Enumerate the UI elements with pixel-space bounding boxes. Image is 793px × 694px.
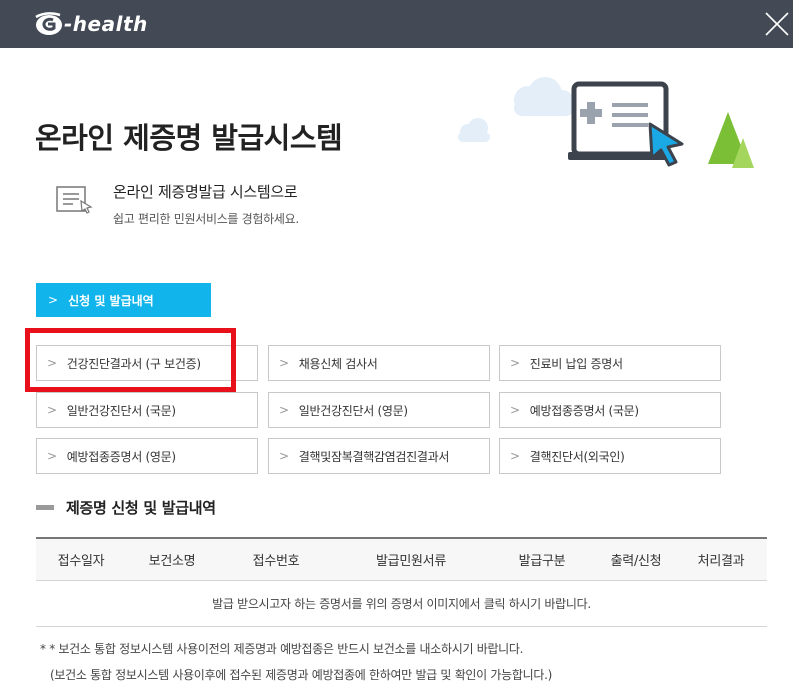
- tab-application-history[interactable]: > 신청 및 발급내역: [36, 283, 211, 317]
- intro-title: 온라인 제증명발급 시스템으로: [113, 183, 298, 201]
- chevron-right-icon: >: [47, 356, 57, 370]
- chevron-right-icon: >: [279, 356, 289, 370]
- history-table: 접수일자 보건소명 접수번호 발급민원서류 발급구분 출력/신청 처리결과 발급…: [36, 537, 767, 627]
- close-icon[interactable]: [763, 10, 791, 38]
- section-bar-icon: [36, 505, 54, 510]
- chevron-right-icon: >: [48, 293, 59, 307]
- notice-line: (보건소 통합 정보시스템 사용이후에 접수된 제증명과 예방접종에 한하여만 …: [50, 668, 553, 682]
- column-header: 처리결과: [697, 554, 745, 569]
- doc-label: 진료비 납입 증명서: [529, 356, 623, 371]
- column-header: 접수일자: [57, 554, 105, 569]
- g-health-logo[interactable]: -health: [34, 9, 148, 39]
- doc-vaccination-kr-button[interactable]: > 예방접종증명서 (국문): [499, 392, 721, 428]
- top-bar: -health: [0, 0, 793, 48]
- intro-description: 쉽고 편리한 민원서비스를 경험하세요.: [113, 212, 299, 226]
- chevron-right-icon: >: [279, 403, 289, 417]
- document-cursor-icon: [56, 186, 93, 214]
- chevron-right-icon: >: [510, 403, 520, 417]
- doc-label: 결핵진단서(외국인): [529, 449, 625, 464]
- chevron-right-icon: >: [47, 403, 57, 417]
- column-header: 발급구분: [518, 554, 566, 569]
- doc-label: 예방접종증명서 (국문): [529, 403, 639, 418]
- doc-general-checkup-en-button[interactable]: > 일반건강진단서 (영문): [268, 392, 490, 428]
- column-header: 발급민원서류: [376, 554, 446, 569]
- doc-label: 채용신체 검사서: [298, 356, 378, 371]
- tab-label: 신청 및 발급내역: [68, 293, 154, 308]
- doc-label: 건강진단결과서 (구 보건증): [66, 356, 201, 371]
- notice: * * 보건소 통합 정보시스템 사용이전의 제증명과 예방접종은 반드시 보건…: [40, 641, 552, 693]
- computer-cursor-illustration: [458, 77, 754, 168]
- doc-health-checkup-result-button[interactable]: > 건강진단결과서 (구 보건증): [36, 345, 258, 381]
- chevron-right-icon: >: [279, 449, 289, 463]
- chevron-right-icon: >: [510, 356, 520, 370]
- column-header: 접수번호: [252, 554, 300, 569]
- doc-label: 일반건강진단서 (국문): [66, 403, 176, 418]
- doc-label: 일반건강진단서 (영문): [298, 403, 408, 418]
- doc-tb-screening-button[interactable]: > 결핵및잠복결핵감염검진결과서: [268, 438, 490, 474]
- notice-line: * * 보건소 통합 정보시스템 사용이전의 제증명과 예방접종은 반드시 보건…: [40, 642, 524, 656]
- doc-tb-diagnosis-foreigner-button[interactable]: > 결핵진단서(외국인): [499, 438, 721, 474]
- doc-label: 예방접종증명서 (영문): [66, 449, 176, 464]
- history-heading: 제증명 신청 및 발급내역: [36, 497, 216, 518]
- doc-employment-exam-button[interactable]: > 채용신체 검사서: [268, 345, 490, 381]
- doc-general-checkup-kr-button[interactable]: > 일반건강진단서 (국문): [36, 392, 258, 428]
- column-header: 출력/신청: [610, 554, 662, 569]
- g-logo-icon: [35, 12, 62, 35]
- chevron-right-icon: >: [510, 449, 520, 463]
- doc-label: 결핵및잠복결핵감염검진결과서: [298, 449, 450, 464]
- table-header: 접수일자 보건소명 접수번호 발급민원서류 발급구분 출력/신청 처리결과: [36, 537, 767, 581]
- chevron-right-icon: >: [47, 449, 57, 463]
- doc-medical-payment-button[interactable]: > 진료비 납입 증명서: [499, 345, 721, 381]
- page-title: 온라인 제증명 발급시스템: [35, 121, 343, 155]
- column-header: 보건소명: [148, 554, 196, 569]
- doc-vaccination-en-button[interactable]: > 예방접종증명서 (영문): [36, 438, 258, 474]
- history-title: 제증명 신청 및 발급내역: [66, 499, 216, 517]
- empty-message: 발급 받으시고자 하는 증명서를 위의 증명서 이미지에서 클릭 하시기 바랍니…: [36, 581, 767, 627]
- logo-text: -health: [64, 12, 148, 36]
